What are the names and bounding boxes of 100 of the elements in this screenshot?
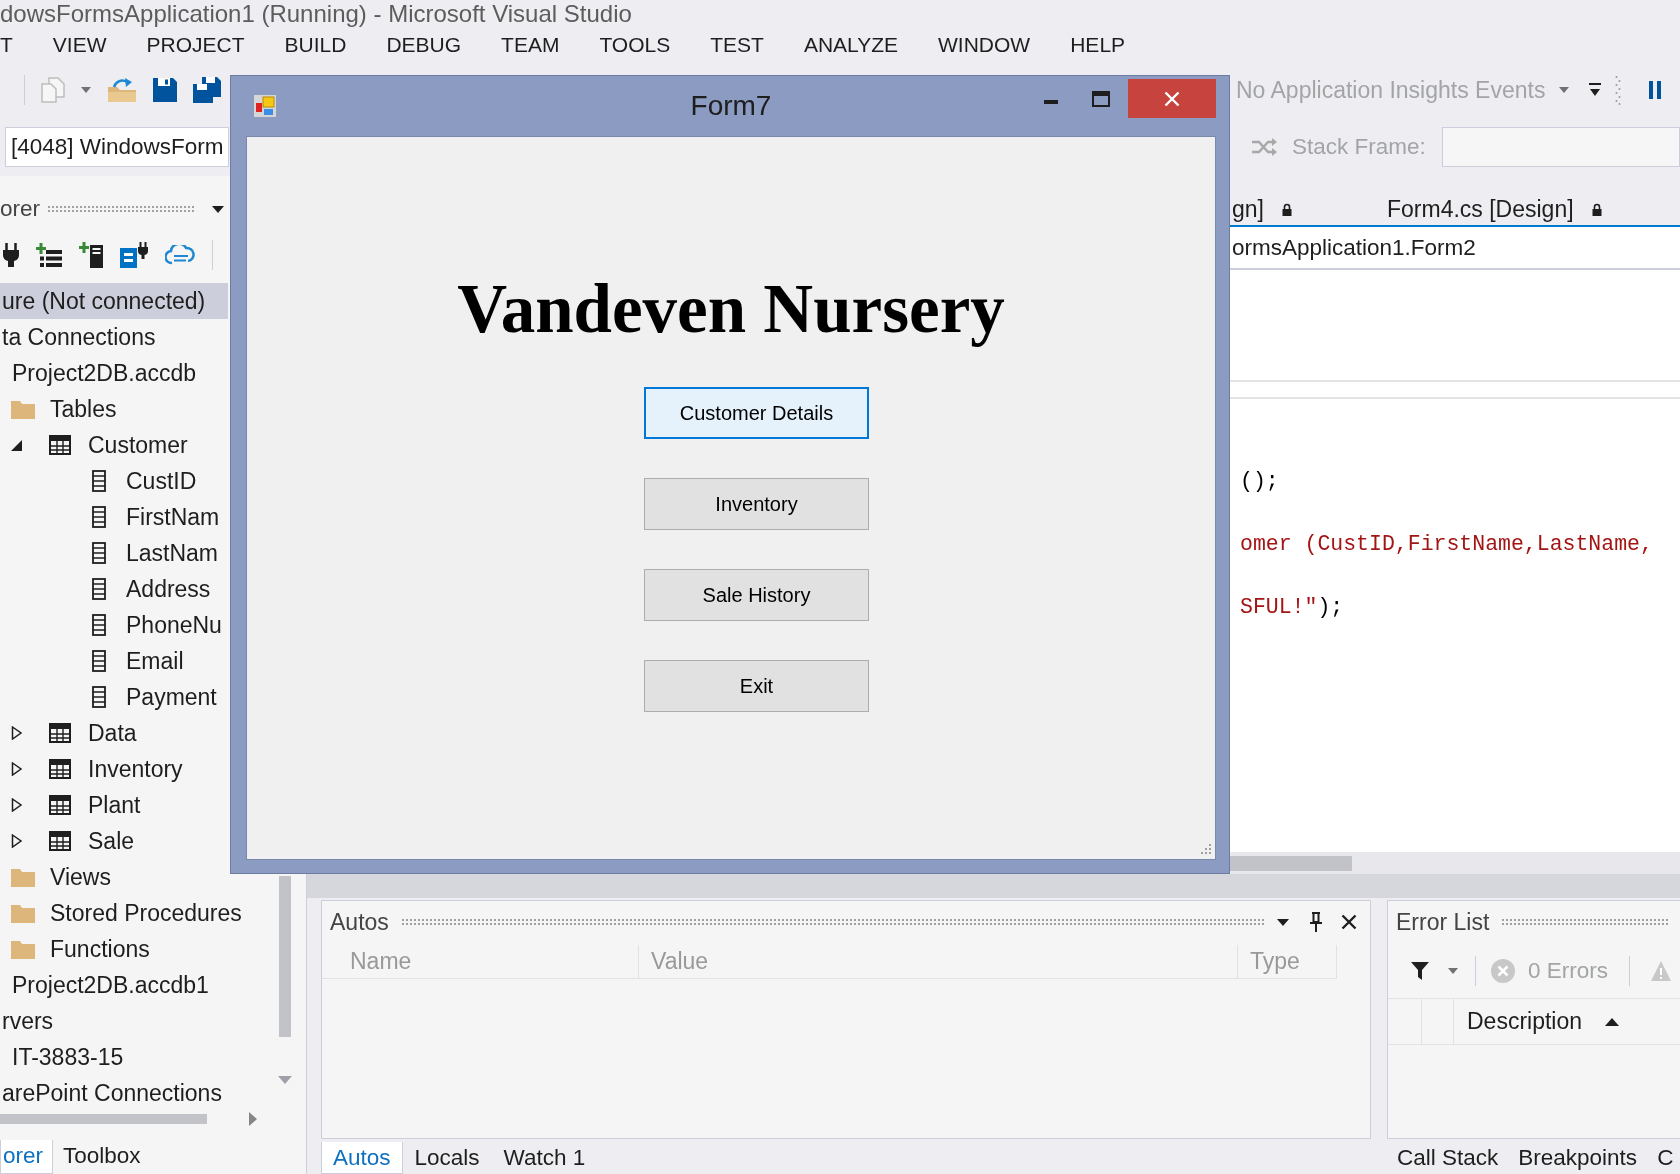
tree-item[interactable]: Email	[0, 643, 228, 679]
list-add-icon[interactable]	[36, 243, 62, 267]
save-all-icon[interactable]	[193, 77, 221, 103]
caret-icon[interactable]	[212, 205, 224, 213]
resize-grip-icon[interactable]	[1200, 843, 1212, 855]
tree-item[interactable]: LastNam	[0, 535, 228, 571]
menu-item[interactable]: DEBUG	[366, 30, 482, 60]
collapsed-triangle-icon[interactable]	[11, 798, 23, 812]
column-icon	[92, 470, 106, 492]
panel-tab[interactable]: Call Stack	[1387, 1142, 1509, 1174]
menu-item[interactable]: TEST	[690, 30, 784, 60]
tree-item[interactable]: Address	[0, 571, 228, 607]
menu-item[interactable]: TOOLS	[579, 30, 691, 60]
panel-tab[interactable]: Toolbox	[53, 1140, 151, 1174]
column-icon	[92, 542, 106, 564]
panel-tab[interactable]: Watch 1	[491, 1142, 598, 1174]
tree-item[interactable]: ure (Not connected)	[0, 283, 228, 319]
caret-icon[interactable]	[1277, 918, 1289, 926]
scroll-arrow-icon[interactable]	[249, 1112, 257, 1126]
menu-item[interactable]: WINDOW	[918, 30, 1051, 60]
tree-item[interactable]: Customer	[0, 427, 228, 463]
document-tab[interactable]: Form4.cs [Design]	[1373, 193, 1616, 225]
menu-item[interactable]: T	[0, 30, 33, 60]
column-icon	[92, 506, 106, 528]
tree-item[interactable]: ta Connections	[0, 319, 228, 355]
tree-item[interactable]: Tables	[0, 391, 228, 427]
expanded-triangle-icon[interactable]	[11, 438, 23, 452]
save-icon[interactable]	[153, 78, 177, 102]
tree-item[interactable]: Project2DB.accdb	[0, 355, 228, 391]
menu-item[interactable]: TEAM	[481, 30, 580, 60]
scrollbar-thumb[interactable]	[279, 876, 291, 1037]
tree-item[interactable]: Data	[0, 715, 228, 751]
maximize-icon	[1092, 90, 1110, 107]
stack-frame-field[interactable]	[1441, 127, 1680, 167]
grip-handle[interactable]	[47, 205, 195, 213]
crossed-arrows-icon	[1251, 138, 1277, 156]
form-button[interactable]: Customer Details	[644, 387, 869, 439]
collapsed-triangle-icon[interactable]	[11, 834, 23, 848]
form-button[interactable]: Sale History	[644, 569, 869, 621]
pause-icon[interactable]	[1649, 81, 1662, 99]
panel-tab[interactable]: Locals	[402, 1142, 492, 1174]
window-title: dowsFormsApplication1 (Running) - Microsoft Visual Studio	[0, 0, 632, 28]
collapsed-triangle-icon[interactable]	[11, 762, 23, 776]
table-icon	[49, 759, 71, 779]
server-add-icon[interactable]	[79, 242, 103, 268]
tree-item[interactable]: Sale	[0, 823, 228, 859]
folder-icon	[11, 903, 35, 923]
tile-plug-icon[interactable]	[120, 242, 148, 268]
folder-icon	[11, 399, 35, 419]
table-icon	[49, 831, 71, 851]
panel-tab[interactable]: Breakpoints	[1508, 1142, 1648, 1174]
scrollbar-thumb[interactable]	[1230, 855, 1352, 871]
overflow-icon[interactable]	[1589, 82, 1602, 98]
table-icon	[49, 723, 71, 743]
tree-item[interactable]: Inventory	[0, 751, 228, 787]
panel-tab[interactable]: Autos	[321, 1142, 403, 1174]
menu-item[interactable]: HELP	[1050, 30, 1146, 60]
tree-item[interactable]: Views	[0, 859, 228, 895]
menu-item[interactable]: PROJECT	[126, 30, 265, 60]
form-title: Form7	[690, 90, 772, 122]
app-window-icon[interactable]	[254, 95, 276, 117]
stack-frame-label: Stack Frame:	[1292, 134, 1426, 160]
tree-item[interactable]: PhoneNu	[0, 607, 228, 643]
tree-item[interactable]: rvers	[0, 1003, 228, 1039]
panel-title: orer	[0, 196, 40, 222]
filter-icon[interactable]	[1411, 962, 1429, 980]
type-dropdown[interactable]: ormsApplication1.Form2	[1232, 234, 1476, 261]
form-button[interactable]: Exit	[644, 660, 869, 712]
folder-arrow-icon[interactable]	[107, 77, 137, 103]
cloud-icon[interactable]	[165, 245, 195, 265]
scrollbar-thumb[interactable]	[0, 1114, 207, 1124]
plug-icon[interactable]	[3, 243, 19, 267]
code-line: SFUL!");	[1240, 594, 1344, 621]
panel-tab[interactable]: orer	[0, 1140, 53, 1174]
code-line: ();	[1240, 468, 1279, 495]
close-icon	[1164, 90, 1180, 107]
pin-icon[interactable]	[1309, 912, 1323, 932]
collapsed-triangle-icon[interactable]	[11, 726, 23, 740]
tree-item[interactable]: Project2DB.accdb1	[0, 967, 228, 1003]
folder-icon	[11, 939, 35, 959]
tree-item[interactable]: Payment	[0, 679, 228, 715]
tree-item[interactable]: FirstNam	[0, 499, 228, 535]
scroll-arrow-icon[interactable]	[278, 1076, 292, 1084]
tree-item[interactable]: Functions	[0, 931, 228, 967]
document-tab[interactable]: gn]	[1230, 193, 1306, 225]
process-combo[interactable]: [4048] WindowsForm	[5, 127, 229, 167]
menu-item[interactable]: BUILD	[264, 30, 367, 60]
panel-tab[interactable]: C	[1647, 1142, 1680, 1174]
menu-item[interactable]: VIEW	[32, 30, 127, 60]
tree-item[interactable]: Plant	[0, 787, 228, 823]
form-button[interactable]: Inventory	[644, 478, 869, 530]
column-header[interactable]: Description	[1454, 999, 1628, 1044]
menu-item[interactable]: ANALYZE	[783, 30, 919, 60]
close-button[interactable]	[1128, 79, 1216, 118]
close-icon[interactable]	[1341, 914, 1357, 930]
tree-item[interactable]: arePoint Connections	[0, 1075, 228, 1111]
tree-item[interactable]: Stored Procedures	[0, 895, 246, 931]
tree-item[interactable]: IT-3883-15	[0, 1039, 228, 1075]
tree-item[interactable]: CustID	[0, 463, 228, 499]
grip-icon[interactable]	[1615, 75, 1622, 105]
